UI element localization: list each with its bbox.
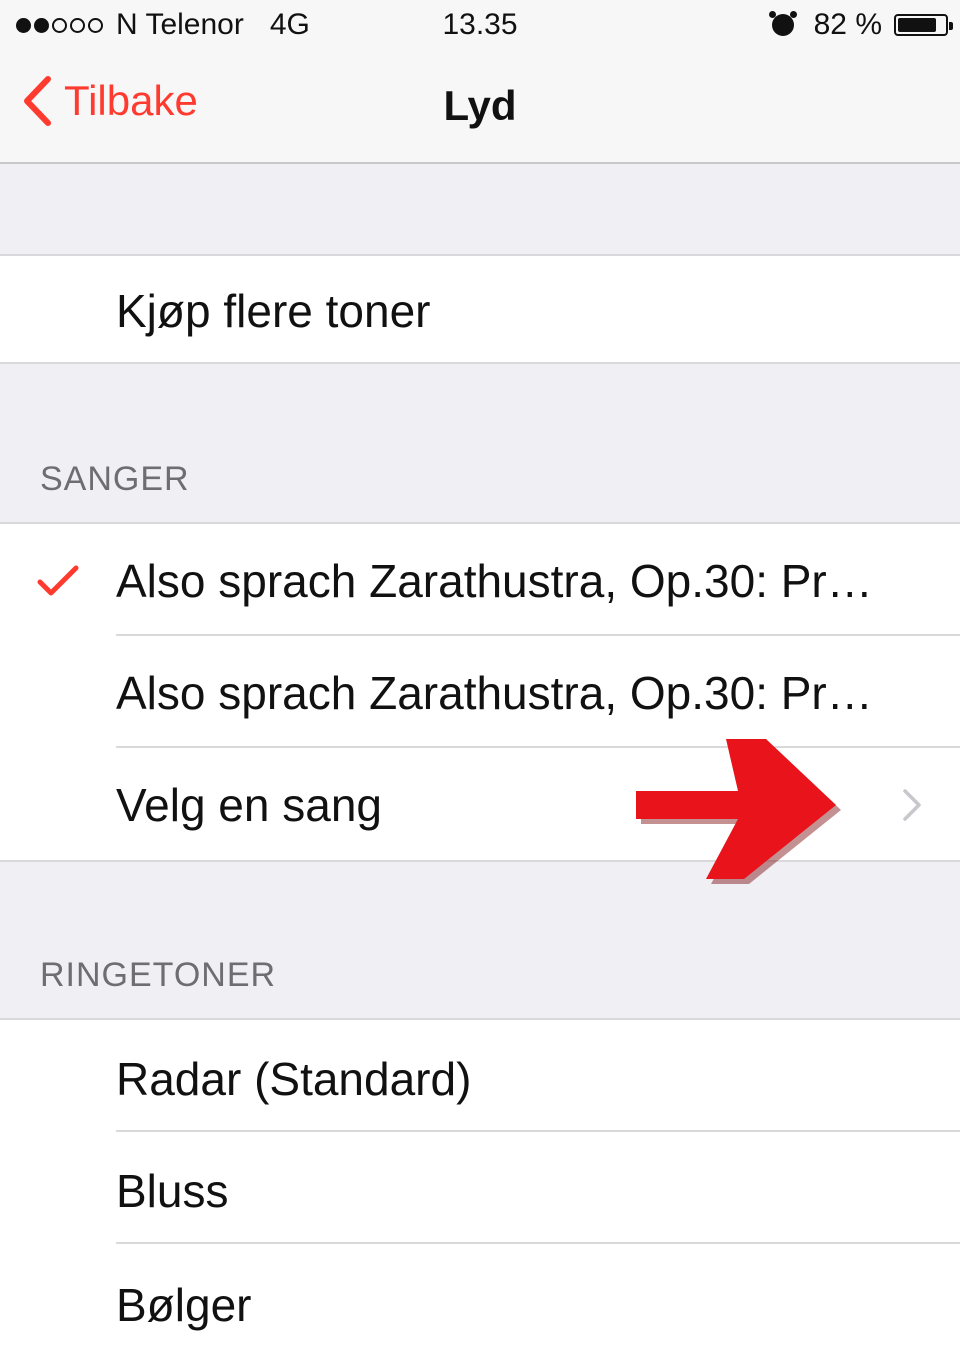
section-header-songs: SANGER	[40, 460, 190, 498]
pick-song-label: Velg en sang	[116, 779, 383, 831]
ringtone-row[interactable]: Bølger	[0, 1244, 960, 1348]
song-row-selected[interactable]: Also sprach Zarathustra, Op.30: Pr…	[0, 524, 960, 636]
ringtone-label: Bølger	[116, 1279, 252, 1331]
section-header-ringtones: RINGETONER	[40, 956, 277, 994]
chevron-right-icon	[903, 789, 921, 821]
status-bar: N Telenor 4G 13.35 82 %	[0, 0, 960, 52]
checkmark-icon	[37, 565, 79, 596]
navigation-bar: Tilbake Lyd	[0, 52, 960, 164]
song-label: Also sprach Zarathustra, Op.30: Pr…	[116, 667, 873, 719]
store-link-cell[interactable]: Kjøp flere toner	[0, 256, 960, 362]
battery-icon	[894, 14, 953, 36]
ringtone-row[interactable]: Radar (Standard)	[0, 1020, 960, 1132]
page-title: Lyd	[443, 82, 517, 129]
ringtone-label: Bluss	[116, 1165, 229, 1217]
song-label: Also sprach Zarathustra, Op.30: Pr…	[116, 555, 873, 607]
status-right: 82 %	[768, 8, 953, 42]
battery-tip	[949, 22, 953, 30]
alarm-clock-icon	[768, 11, 797, 36]
store-link-label: Kjøp flere toner	[116, 285, 431, 337]
battery-percent: 82 %	[813, 8, 882, 41]
battery-fill	[898, 18, 936, 32]
arrow-right-icon	[636, 739, 841, 884]
ringtone-label: Radar (Standard)	[116, 1053, 472, 1105]
ringtone-row[interactable]: Bluss	[0, 1132, 960, 1244]
song-row[interactable]: Also sprach Zarathustra, Op.30: Pr…	[0, 636, 960, 748]
divider	[0, 362, 960, 364]
